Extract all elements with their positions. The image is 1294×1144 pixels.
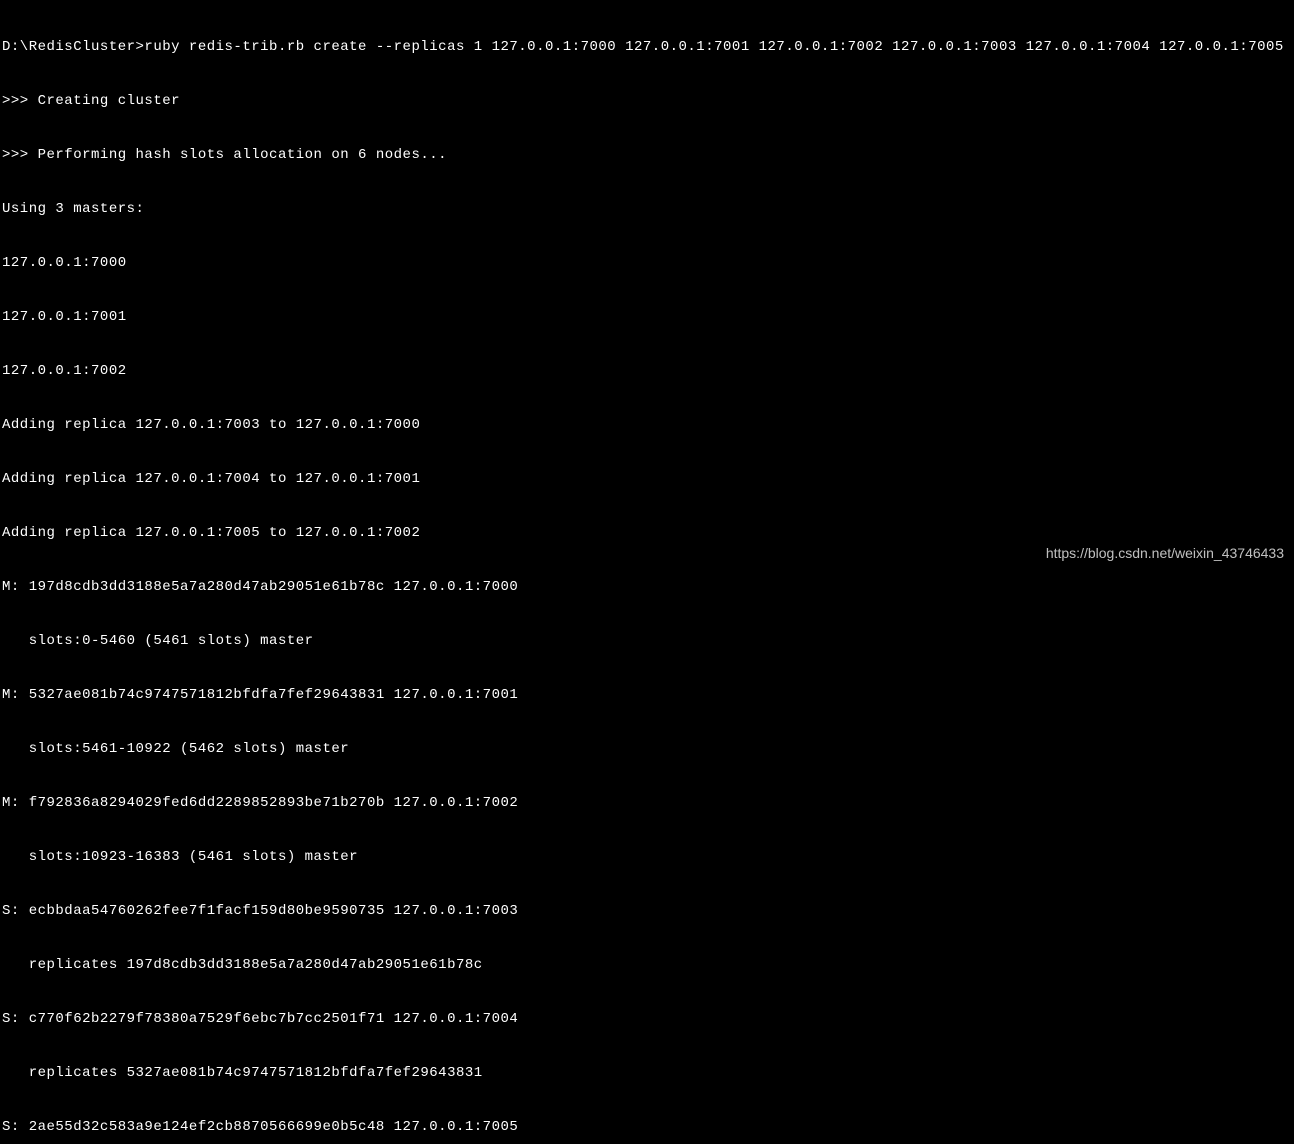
terminal-line: S: 2ae55d32c583a9e124ef2cb8870566699e0b5… — [2, 1118, 1294, 1136]
terminal-line: 127.0.0.1:7000 — [2, 254, 1294, 272]
terminal-line: M: f792836a8294029fed6dd2289852893be71b2… — [2, 794, 1294, 812]
terminal-line: slots:5461-10922 (5462 slots) master — [2, 740, 1294, 758]
terminal-line: 127.0.0.1:7001 — [2, 308, 1294, 326]
terminal-line: Adding replica 127.0.0.1:7003 to 127.0.0… — [2, 416, 1294, 434]
terminal-line: S: c770f62b2279f78380a7529f6ebc7b7cc2501… — [2, 1010, 1294, 1028]
terminal-line: M: 5327ae081b74c9747571812bfdfa7fef29643… — [2, 686, 1294, 704]
terminal-line: 127.0.0.1:7002 — [2, 362, 1294, 380]
terminal-line: Using 3 masters: — [2, 200, 1294, 218]
watermark-text: https://blog.csdn.net/weixin_43746433 — [1046, 544, 1284, 562]
terminal-line: slots:10923-16383 (5461 slots) master — [2, 848, 1294, 866]
terminal-line: D:\RedisCluster>ruby redis-trib.rb creat… — [2, 38, 1294, 56]
terminal-line: >>> Creating cluster — [2, 92, 1294, 110]
terminal-line: Adding replica 127.0.0.1:7004 to 127.0.0… — [2, 470, 1294, 488]
terminal-line: replicates 197d8cdb3dd3188e5a7a280d47ab2… — [2, 956, 1294, 974]
terminal-line: >>> Performing hash slots allocation on … — [2, 146, 1294, 164]
terminal-line: slots:0-5460 (5461 slots) master — [2, 632, 1294, 650]
terminal-line: replicates 5327ae081b74c9747571812bfdfa7… — [2, 1064, 1294, 1082]
terminal-output[interactable]: D:\RedisCluster>ruby redis-trib.rb creat… — [2, 2, 1294, 1144]
terminal-line: Adding replica 127.0.0.1:7005 to 127.0.0… — [2, 524, 1294, 542]
terminal-line: M: 197d8cdb3dd3188e5a7a280d47ab29051e61b… — [2, 578, 1294, 596]
terminal-line: S: ecbbdaa54760262fee7f1facf159d80be9590… — [2, 902, 1294, 920]
